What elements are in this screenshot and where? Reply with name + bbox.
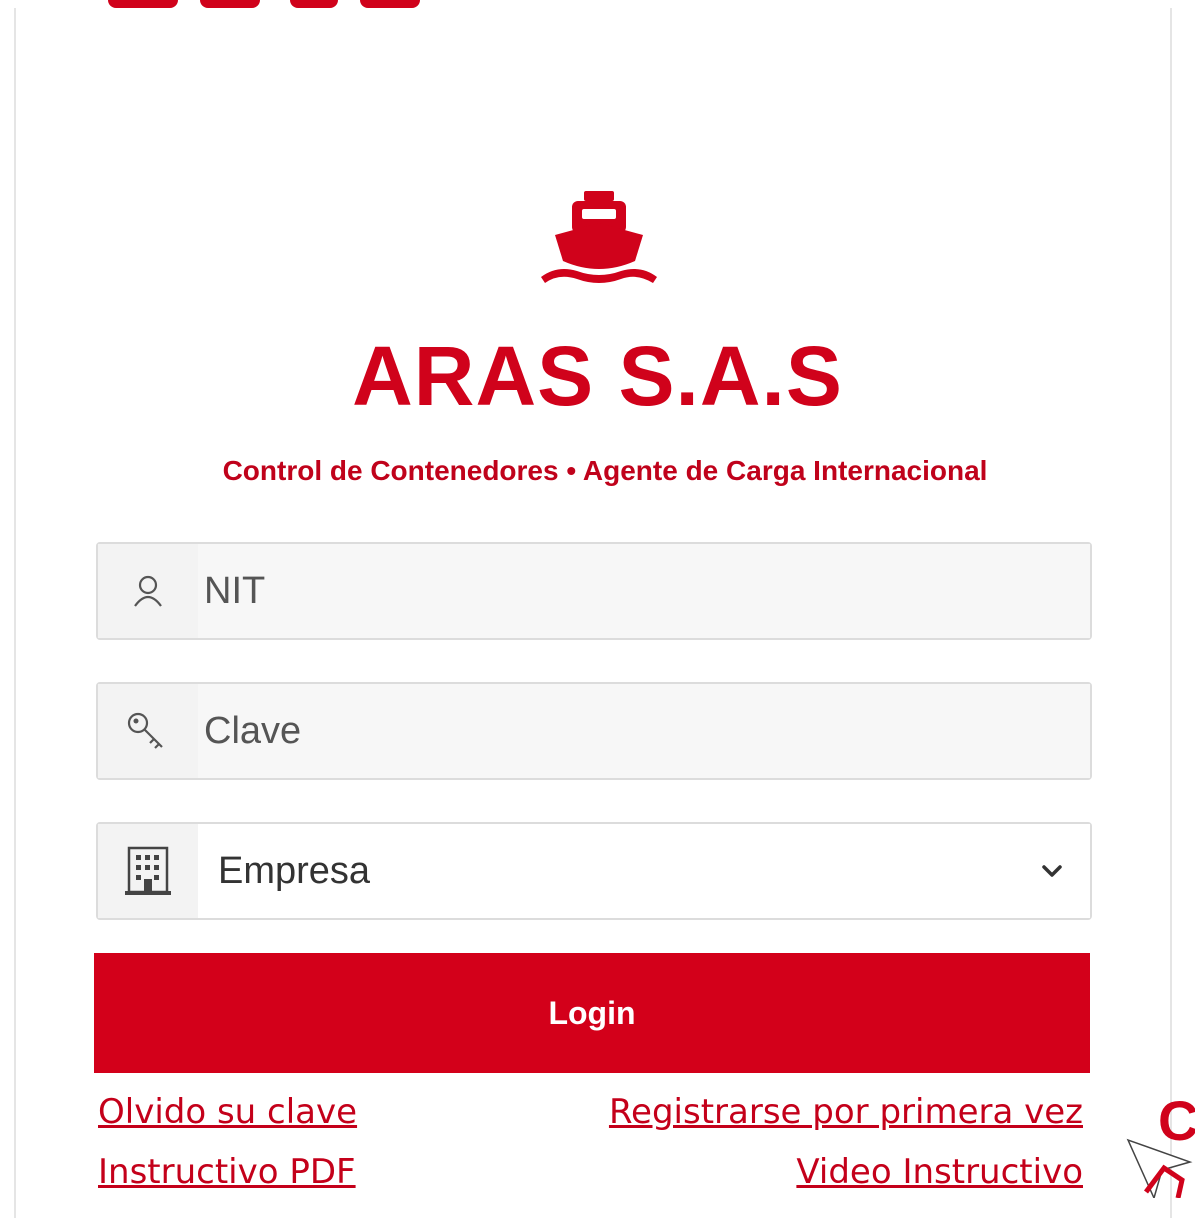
- login-button[interactable]: Login: [94, 953, 1090, 1073]
- pdf-guide-link[interactable]: Instructivo PDF: [98, 1152, 356, 1192]
- clave-field: [96, 682, 1092, 780]
- forgot-password-link[interactable]: Olvido su clave: [98, 1092, 357, 1132]
- nit-addon: [98, 544, 198, 638]
- brand-title: ARAS S.A.S: [352, 329, 843, 423]
- key-icon: [127, 712, 163, 749]
- brand-tagline: Control de Contenedores • Agente de Carg…: [222, 455, 988, 486]
- nit-input[interactable]: [198, 569, 1090, 613]
- empresa-select[interactable]: Empresa: [96, 822, 1092, 920]
- register-link[interactable]: Registrarse por primera vez: [609, 1092, 1083, 1132]
- ship-icon: [541, 191, 657, 283]
- clave-input[interactable]: [198, 709, 1090, 753]
- empresa-addon: [98, 824, 198, 918]
- clave-addon: [98, 684, 198, 778]
- empresa-value: Empresa: [218, 849, 371, 892]
- chevron-down-icon: [1042, 865, 1062, 877]
- cursor-icon: [1126, 1138, 1193, 1198]
- building-icon: [125, 846, 171, 895]
- nit-field: [96, 542, 1092, 640]
- user-icon: [134, 575, 162, 607]
- video-guide-link[interactable]: Video Instructivo: [796, 1152, 1083, 1192]
